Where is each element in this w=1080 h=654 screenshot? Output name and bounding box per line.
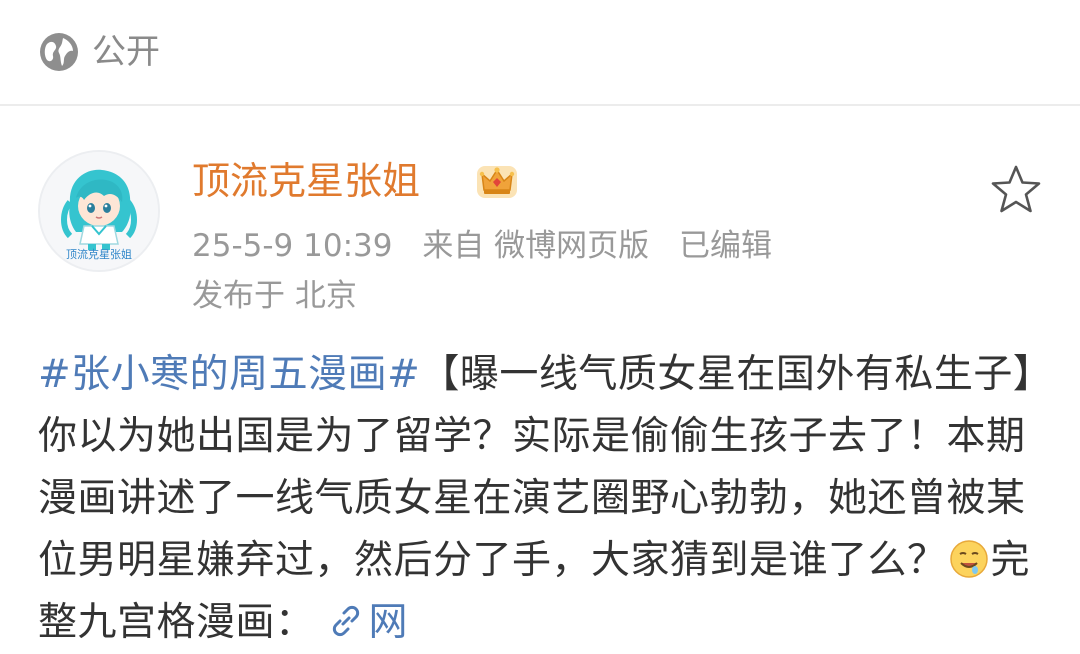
visibility-label[interactable]: 公开: [92, 28, 160, 76]
post-location: 发布于 北京: [192, 278, 357, 314]
web-link[interactable]: 网: [369, 600, 409, 645]
globe-icon: [40, 33, 78, 71]
drooling-face-emoji: [949, 540, 988, 578]
crown-icon: [477, 166, 517, 198]
post-source: 来自 微博网页版: [422, 228, 650, 264]
divider: [0, 104, 1080, 106]
edited-label[interactable]: 已编辑: [679, 228, 772, 264]
post-header-bar: 公开: [0, 0, 1080, 104]
post-timestamp: 25-5-9 10:39: [192, 228, 393, 264]
star-icon[interactable]: [990, 164, 1042, 214]
post-meta: 25-5-9 10:39 来自 微博网页版 已编辑: [192, 222, 792, 270]
link-icon[interactable]: [327, 602, 365, 640]
post-body: #张小寒的周五漫画#【曝一线气质女星在国外有私生子】你以为她出国是为了留学？实际…: [38, 344, 1048, 654]
author-name[interactable]: 顶流克星张姐: [192, 152, 420, 210]
avatar-image: 顶流克星张姐: [40, 152, 158, 270]
hashtag-link[interactable]: #张小寒的周五漫画#: [38, 352, 420, 397]
avatar[interactable]: 顶流克星张姐: [38, 150, 160, 272]
avatar-caption: 顶流克星张姐: [66, 247, 132, 261]
